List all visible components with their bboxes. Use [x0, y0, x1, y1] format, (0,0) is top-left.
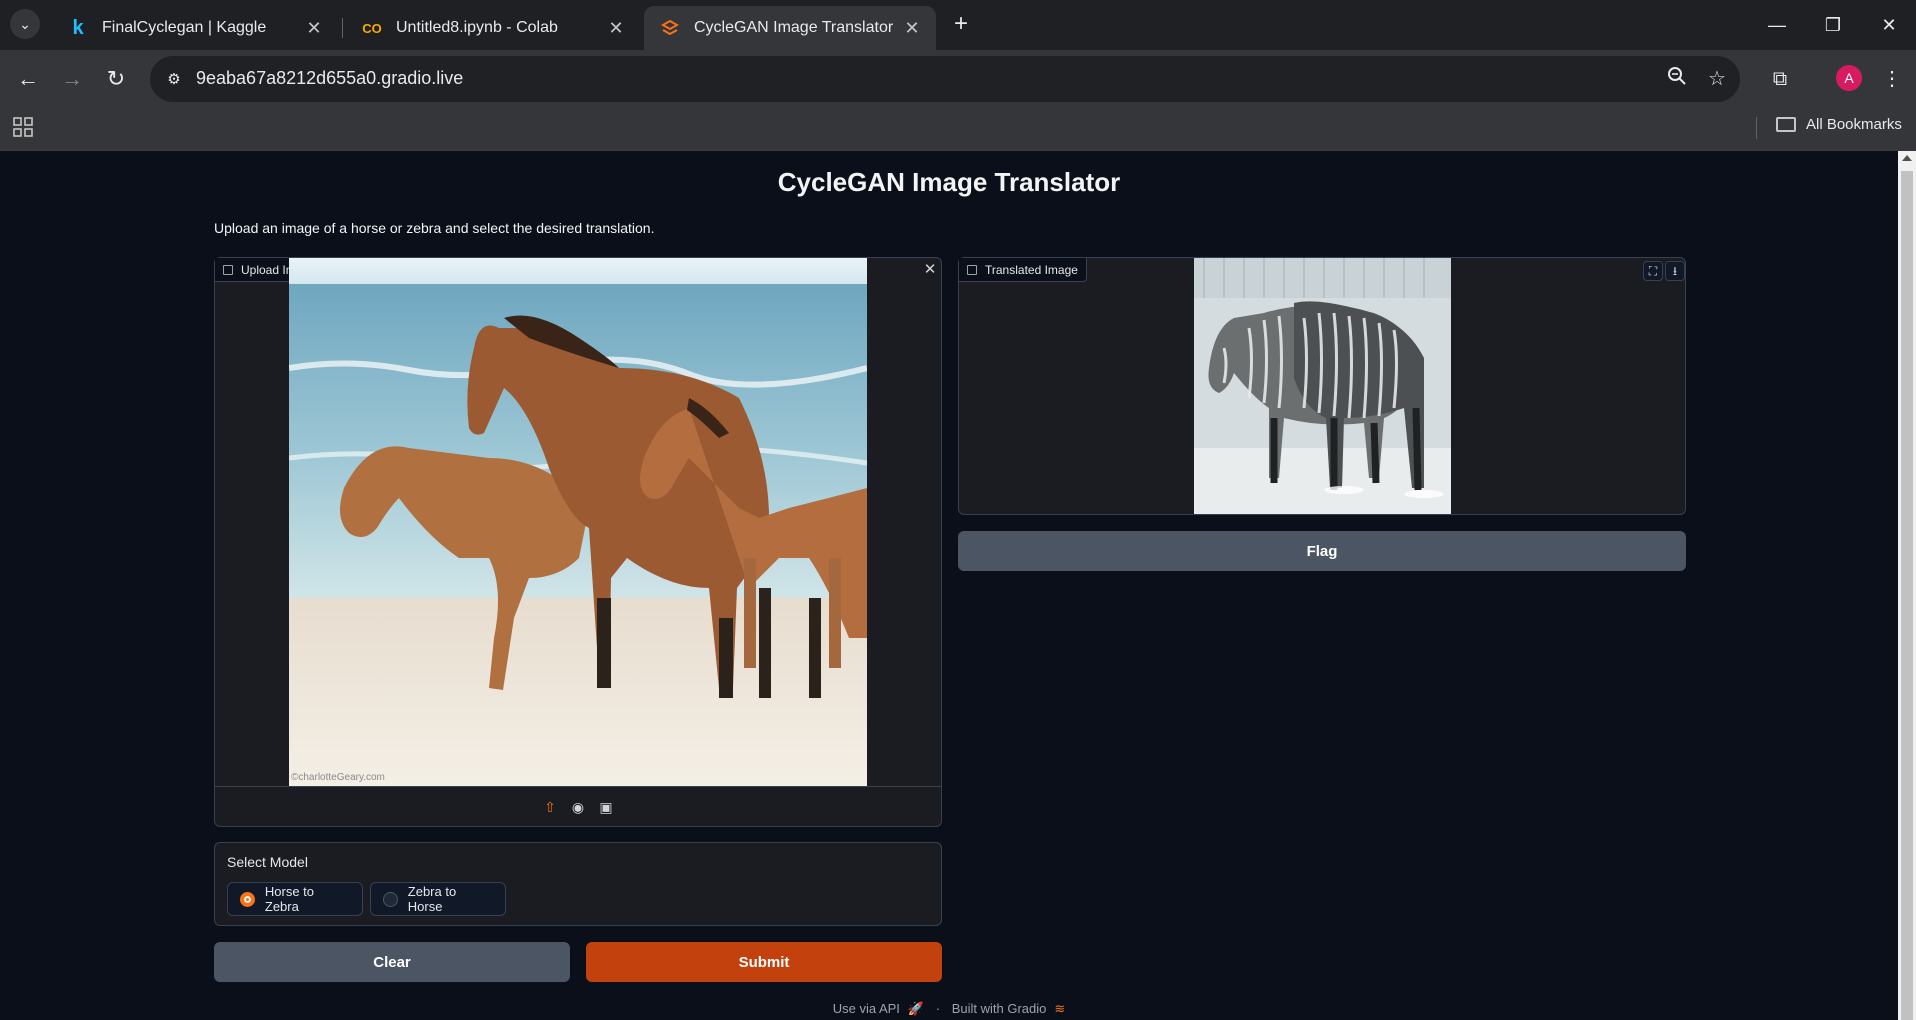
- use-via-api-link[interactable]: Use via API: [833, 1001, 900, 1016]
- page-scrollbar[interactable]: [1898, 151, 1916, 1020]
- tab-cyclegan[interactable]: CycleGAN Image Translator ✕: [644, 6, 936, 50]
- window-close-icon[interactable]: ✕: [1872, 8, 1906, 42]
- page-description: Upload an image of a horse or zebra and …: [214, 220, 655, 236]
- select-model-group: Select Model Horse to Zebra Zebra to Hor…: [214, 842, 942, 926]
- radio-checked-icon: [240, 891, 255, 907]
- gradio-app: CycleGAN Image Translator Upload an imag…: [0, 151, 1898, 1020]
- tab-strip: ⌄ k FinalCyclegan | Kaggle ✕ CO Untitled…: [0, 0, 1916, 50]
- built-with-gradio-link[interactable]: Built with Gradio: [952, 1001, 1047, 1016]
- address-bar[interactable]: ⚙ 9eaba67a8212d655a0.gradio.live ☆: [150, 56, 1740, 102]
- scroll-up-icon[interactable]: [1902, 155, 1912, 161]
- scroll-thumb[interactable]: [1901, 171, 1913, 1020]
- browser-chrome: ⌄ k FinalCyclegan | Kaggle ✕ CO Untitled…: [0, 0, 1916, 151]
- colab-icon: CO: [362, 20, 382, 36]
- gradio-logo-icon: ≋: [1054, 1001, 1066, 1016]
- upload-icon[interactable]: ⇧: [541, 798, 559, 816]
- translated-image-label: Translated Image: [959, 258, 1087, 282]
- clipboard-icon[interactable]: ▣: [597, 798, 615, 816]
- tab-title: CycleGAN Image Translator: [694, 19, 894, 36]
- all-bookmarks-button[interactable]: All Bookmarks: [1776, 116, 1902, 133]
- select-model-label: Select Model: [227, 854, 308, 870]
- tab-kaggle[interactable]: k FinalCyclegan | Kaggle ✕: [52, 6, 338, 50]
- radio-zebra-to-horse[interactable]: Zebra to Horse: [370, 882, 506, 916]
- close-icon[interactable]: ✕: [302, 16, 326, 40]
- tab-colab[interactable]: CO Untitled8.ipynb - Colab ✕: [346, 6, 640, 50]
- upload-image-panel[interactable]: Upload Image ✕ ©charlotteGeary.com ⇧ ◉ ▣: [214, 257, 942, 827]
- new-tab-button[interactable]: +: [948, 11, 974, 37]
- menu-icon[interactable]: ⋮: [1876, 63, 1908, 95]
- image-source-bar: ⇧ ◉ ▣: [215, 786, 941, 826]
- footer-separator: ·: [935, 1001, 941, 1016]
- close-icon[interactable]: ✕: [900, 16, 924, 40]
- radio-horse-to-zebra[interactable]: Horse to Zebra: [227, 882, 363, 916]
- tab-title: Untitled8.ipynb - Colab: [396, 19, 558, 36]
- folder-icon: [1776, 117, 1796, 132]
- image-icon: [223, 264, 233, 275]
- forward-button[interactable]: →: [56, 63, 88, 95]
- browser-toolbar: ← → ↻ ⚙ 9eaba67a8212d655a0.gradio.live ☆…: [0, 50, 1916, 108]
- translated-image-label-text: Translated Image: [985, 262, 1078, 277]
- bookmark-star-icon[interactable]: ☆: [1704, 66, 1730, 92]
- reload-button[interactable]: ↻: [100, 63, 132, 95]
- bookmarks-divider: [1756, 117, 1757, 139]
- webcam-icon[interactable]: ◉: [569, 798, 587, 816]
- restore-icon[interactable]: ❐: [1816, 8, 1850, 42]
- remove-image-icon[interactable]: ✕: [920, 261, 940, 281]
- input-image: ©charlotteGeary.com: [289, 258, 867, 786]
- site-info-icon[interactable]: ⚙: [158, 63, 190, 95]
- fullscreen-icon[interactable]: ⛶: [1643, 261, 1663, 281]
- radio-label: Zebra to Horse: [407, 884, 457, 914]
- kaggle-icon: k: [72, 16, 84, 39]
- translated-image: [1194, 258, 1451, 514]
- image-icon: [967, 264, 977, 275]
- flag-button[interactable]: Flag: [958, 531, 1686, 571]
- zoom-icon[interactable]: [1664, 66, 1690, 92]
- download-icon[interactable]: ⭳: [1665, 261, 1685, 281]
- radio-label: Horse to Zebra: [264, 884, 315, 914]
- tab-divider: [342, 18, 343, 38]
- page-title: CycleGAN Image Translator: [777, 167, 1121, 197]
- radio-unchecked-icon: [383, 891, 398, 907]
- page-footer: Use via API 🚀 · Built with Gradio ≋: [0, 1001, 1898, 1017]
- gradio-icon: [660, 18, 680, 38]
- all-bookmarks-label: All Bookmarks: [1806, 116, 1902, 133]
- submit-button[interactable]: Submit: [586, 942, 942, 982]
- back-button[interactable]: ←: [12, 63, 44, 95]
- tab-search-button[interactable]: ⌄: [10, 9, 40, 39]
- translated-image-panel: Translated Image ⛶ ⭳: [958, 257, 1686, 515]
- clear-button[interactable]: Clear: [214, 942, 570, 982]
- bookmarks-bar: All Bookmarks: [0, 108, 1916, 151]
- rocket-icon: 🚀: [907, 1001, 925, 1016]
- avatar[interactable]: A: [1836, 65, 1862, 91]
- tab-title: FinalCyclegan | Kaggle: [102, 19, 267, 36]
- close-icon[interactable]: ✕: [604, 16, 628, 40]
- minimize-icon[interactable]: —: [1760, 8, 1794, 42]
- extensions-icon[interactable]: ⧉: [1764, 63, 1796, 95]
- url-text[interactable]: 9eaba67a8212d655a0.gradio.live: [196, 68, 463, 89]
- apps-grid-icon[interactable]: [13, 117, 35, 139]
- image-watermark: ©charlotteGeary.com: [291, 772, 385, 783]
